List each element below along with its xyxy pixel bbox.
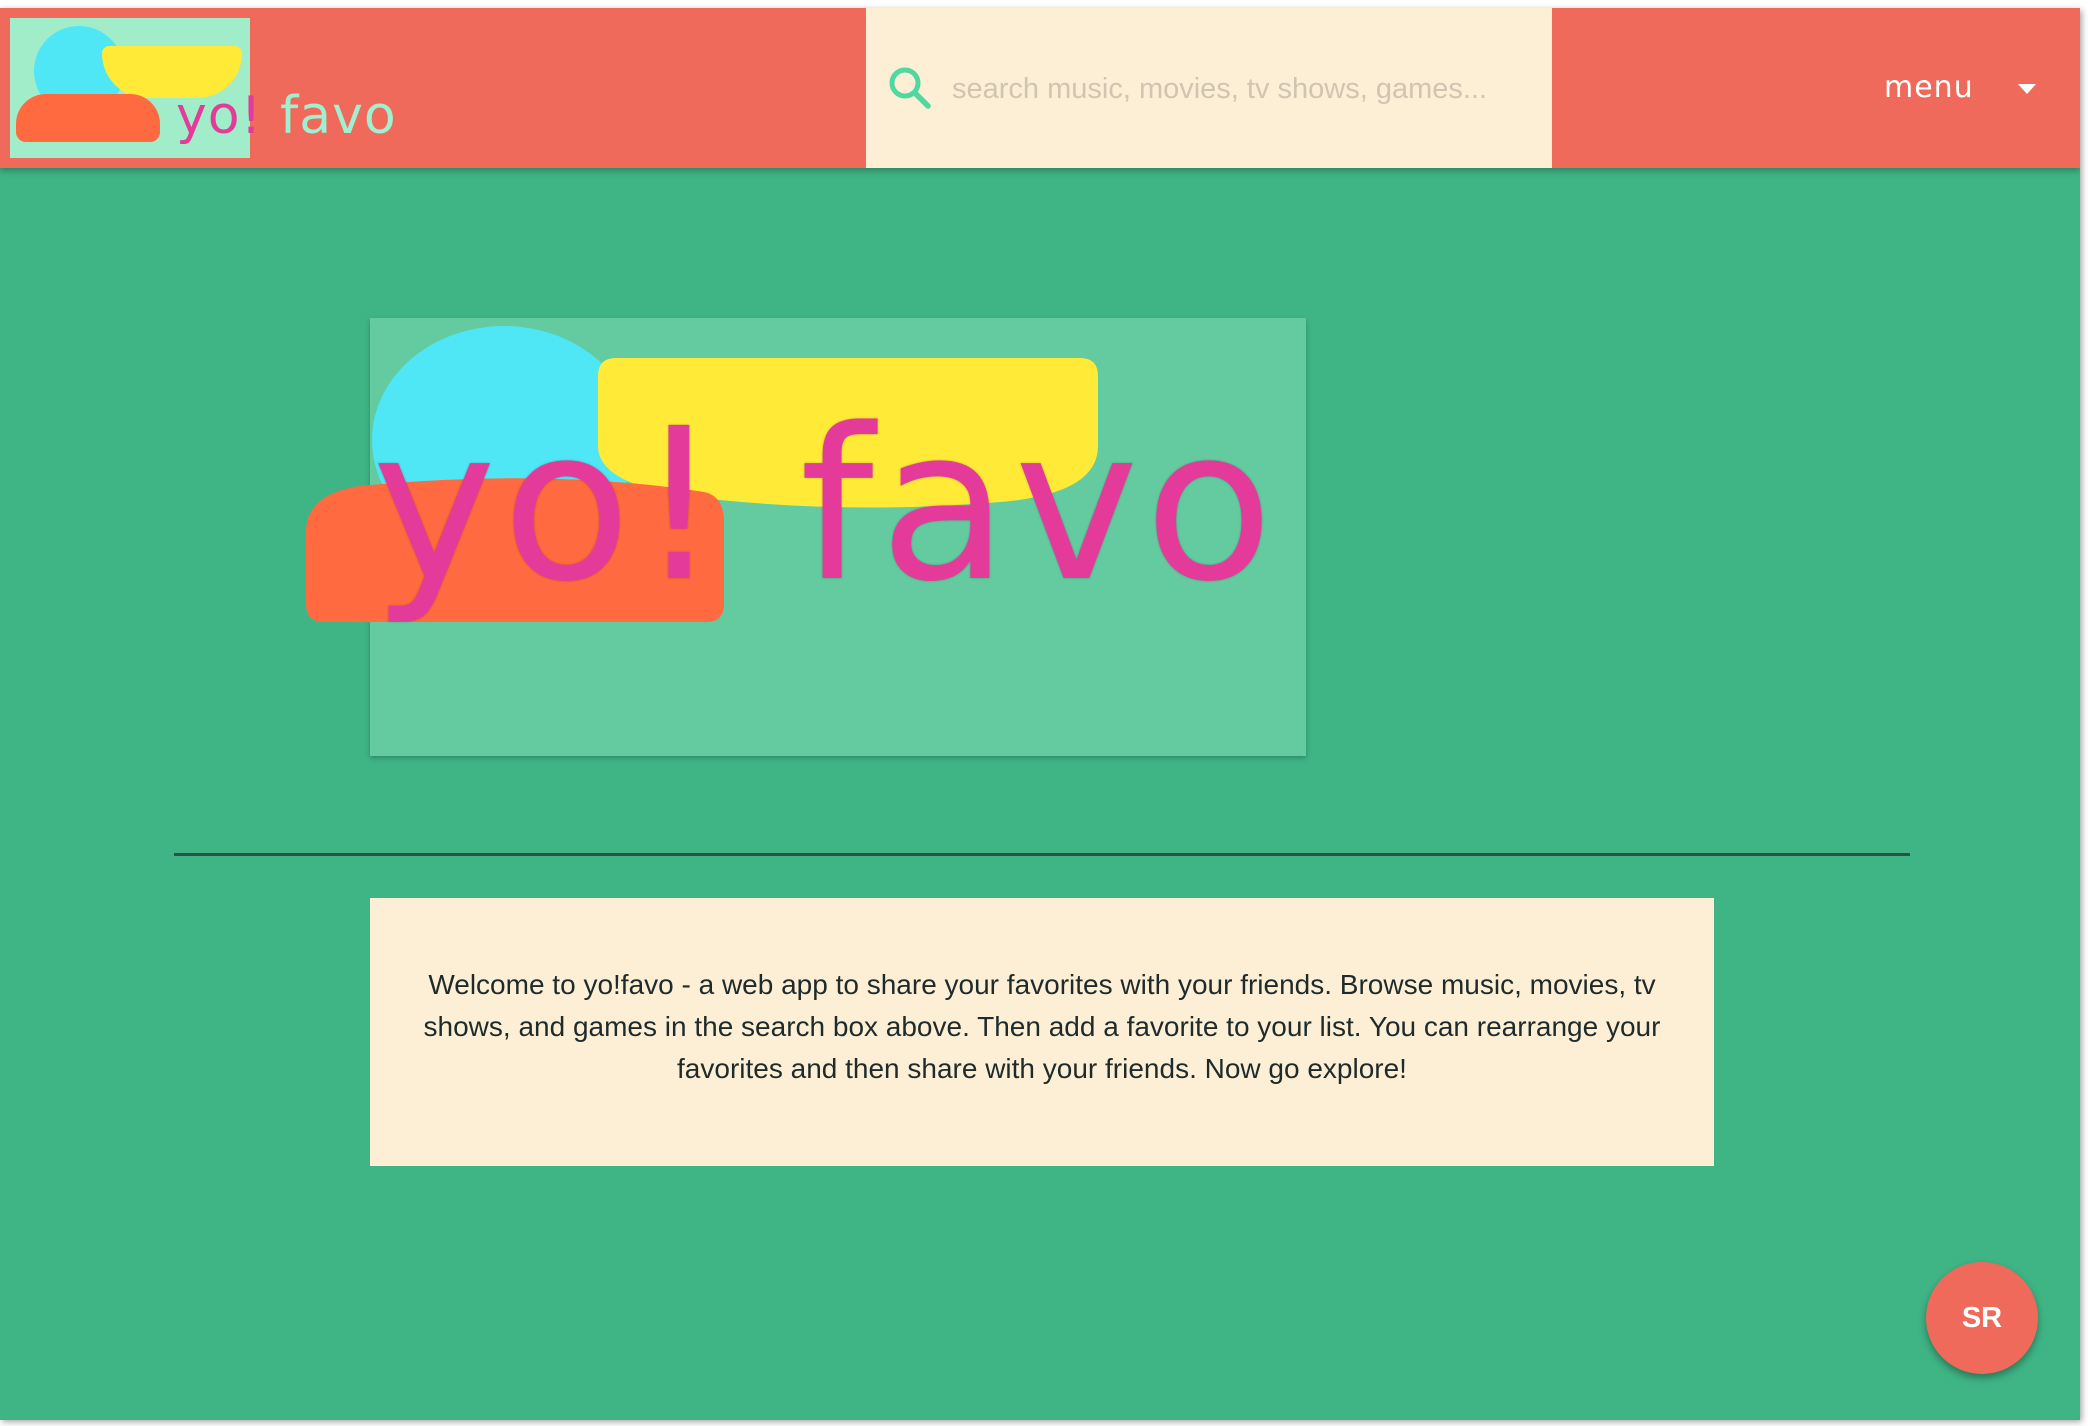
section-divider: [174, 853, 1910, 856]
brand-part-yo: yo!: [176, 86, 263, 146]
welcome-text: Welcome to yo!favo - a web app to share …: [423, 969, 1661, 1084]
navbar: yo! favo menu: [0, 8, 2080, 168]
menu-label: menu: [1884, 70, 1974, 105]
search-icon: [889, 67, 931, 109]
hero-title: yo! favo: [372, 383, 1280, 628]
brand-part-favo: favo: [279, 86, 397, 146]
navbar-brand[interactable]: yo! favo: [176, 86, 397, 146]
logo-orange-shape: [16, 94, 160, 142]
app-window: yo! favo menu yo! favo Welcome to yo!fav…: [0, 8, 2080, 1420]
user-avatar-button[interactable]: SR: [1926, 1262, 2038, 1374]
chevron-down-icon: [2018, 84, 2036, 94]
search-input[interactable]: [952, 64, 1522, 114]
welcome-card: Welcome to yo!favo - a web app to share …: [370, 898, 1714, 1166]
search-box: [866, 8, 1552, 168]
menu-dropdown-button[interactable]: menu: [1870, 64, 2050, 114]
